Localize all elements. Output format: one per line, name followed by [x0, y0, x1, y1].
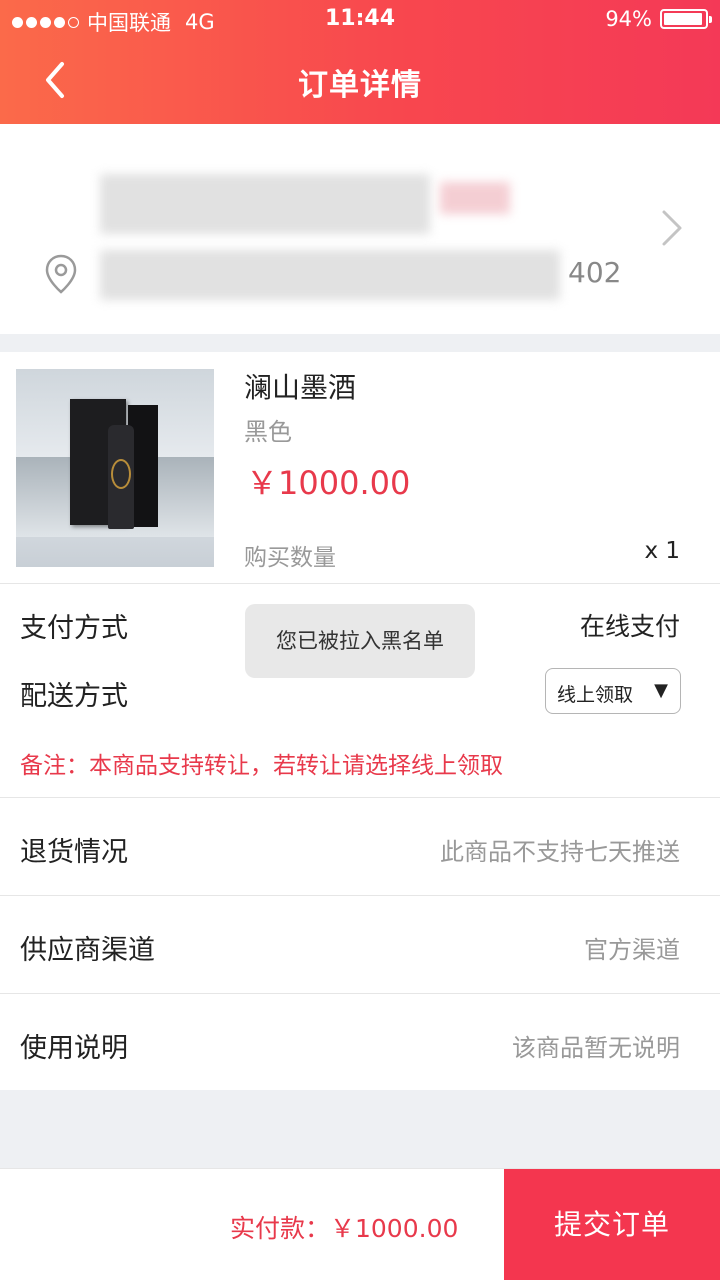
return-policy-value: 此商品不支持七天推送 [440, 838, 680, 866]
payment-method-label: 支付方式 [20, 613, 128, 644]
delivery-method-select[interactable]: 线上领取 ▼ [545, 668, 681, 714]
checkout-bar: 实付款：￥1000.00 提交订单 [0, 1168, 720, 1280]
product-image [16, 369, 214, 567]
usage-instructions-label: 使用说明 [20, 1033, 128, 1064]
return-policy-label: 退货情况 [20, 837, 128, 868]
quantity-label: 购买数量 [244, 545, 336, 571]
section-divider-bottom [0, 1090, 720, 1168]
blurred-default-tag [440, 182, 510, 214]
status-bar: 中国联通 4G 11:44 94% [0, 0, 720, 40]
supplier-channel-row[interactable]: 供应商渠道 官方渠道 [0, 896, 720, 994]
battery-percent: 94% [605, 7, 652, 31]
product-price: ￥1000.00 [246, 464, 411, 502]
chevron-right-icon [662, 210, 682, 246]
quantity-value: x 1 [644, 538, 680, 564]
map-pin-icon [45, 254, 77, 294]
supplier-channel-value: 官方渠道 [584, 936, 680, 964]
address-card[interactable] [0, 124, 720, 334]
blurred-recipient [100, 174, 430, 234]
battery-icon [660, 9, 712, 29]
section-divider [0, 334, 720, 352]
usage-instructions-row[interactable]: 使用说明 该商品暂无说明 [0, 994, 720, 1092]
triangle-down-icon: ▼ [654, 680, 668, 701]
header-bar: 中国联通 4G 11:44 94% 订单详情 [0, 0, 720, 124]
delivery-method-value: 线上领取 [557, 684, 634, 706]
supplier-channel-label: 供应商渠道 [20, 935, 155, 966]
blurred-address [100, 250, 560, 300]
total-amount: 实付款：￥1000.00 [230, 1214, 459, 1243]
return-policy-row[interactable]: 退货情况 此商品不支持七天推送 [0, 798, 720, 896]
product-color: 黑色 [244, 418, 292, 446]
page-title: 订单详情 [298, 68, 422, 103]
status-right: 94% [605, 7, 712, 31]
blacklist-toast: 您已被拉入黑名单 [245, 604, 475, 678]
address-line-visible: 402 [568, 256, 622, 289]
payment-method-value: 在线支付 [579, 612, 680, 641]
product-name: 澜山墨酒 [244, 371, 357, 404]
delivery-method-label: 配送方式 [20, 681, 128, 712]
submit-order-button[interactable]: 提交订单 [504, 1169, 720, 1280]
transfer-note: 备注：本商品支持转让，若转让请选择线上领取 [20, 753, 503, 779]
usage-instructions-value: 该商品暂无说明 [512, 1034, 680, 1062]
